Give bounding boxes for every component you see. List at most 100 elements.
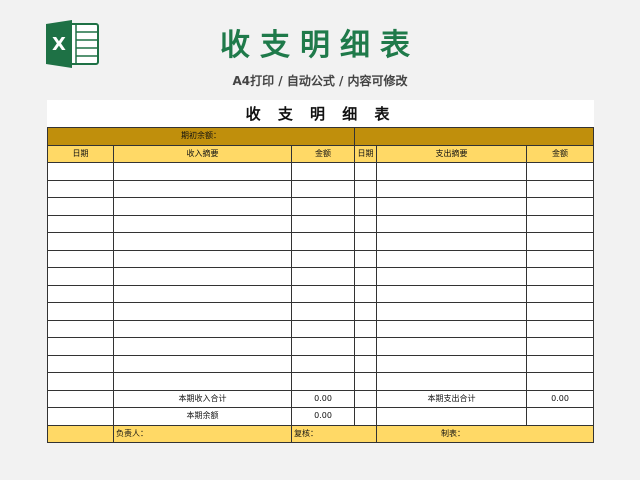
- entry-cell[interactable]: [354, 284, 377, 303]
- expense-summary-header[interactable]: 支出摘要: [376, 144, 527, 163]
- entry-cell[interactable]: [113, 302, 292, 321]
- entry-cell[interactable]: [376, 179, 527, 198]
- income-amount-header[interactable]: 金额: [291, 144, 355, 163]
- entry-cell[interactable]: [376, 249, 527, 268]
- entry-cell[interactable]: [525, 284, 595, 303]
- cell[interactable]: [354, 407, 377, 426]
- entry-cell[interactable]: [376, 319, 527, 338]
- cell[interactable]: [47, 407, 114, 426]
- entry-cell[interactable]: [113, 319, 292, 338]
- entry-cell[interactable]: [354, 232, 377, 251]
- entry-cell[interactable]: [525, 179, 595, 198]
- entry-cell[interactable]: [354, 372, 377, 391]
- entry-cell[interactable]: [354, 179, 377, 198]
- expense-date-header[interactable]: 日期: [354, 144, 377, 163]
- income-total-label[interactable]: 本期收入合计: [113, 389, 292, 408]
- entry-cell[interactable]: [525, 267, 595, 286]
- entry-cell[interactable]: [376, 284, 527, 303]
- entry-cell[interactable]: [113, 372, 292, 391]
- entry-cell[interactable]: [47, 179, 114, 198]
- entry-cell[interactable]: [354, 319, 377, 338]
- entry-cell[interactable]: [525, 319, 595, 338]
- entry-cell[interactable]: [525, 302, 595, 321]
- entry-cell[interactable]: [47, 354, 114, 373]
- entry-cell[interactable]: [47, 267, 114, 286]
- entry-cell[interactable]: [47, 162, 114, 181]
- entry-cell[interactable]: [291, 162, 355, 181]
- preparer-cell[interactable]: 制表：: [375, 424, 595, 443]
- entry-cell[interactable]: [525, 372, 595, 391]
- entry-cell[interactable]: [525, 162, 595, 181]
- entry-cell[interactable]: [291, 197, 355, 216]
- entry-cell[interactable]: [113, 337, 292, 356]
- entry-cell[interactable]: [113, 179, 292, 198]
- entry-cell[interactable]: [354, 249, 377, 268]
- entry-cell[interactable]: [525, 197, 595, 216]
- entry-cell[interactable]: [113, 162, 292, 181]
- income-date-header[interactable]: 日期: [47, 144, 114, 163]
- expense-amount-header[interactable]: 金额: [525, 144, 595, 163]
- entry-cell[interactable]: [291, 232, 355, 251]
- entry-cell[interactable]: [376, 372, 527, 391]
- entry-cell[interactable]: [376, 302, 527, 321]
- entry-cell[interactable]: [47, 319, 114, 338]
- entry-cell[interactable]: [113, 232, 292, 251]
- entry-cell[interactable]: [113, 284, 292, 303]
- entry-cell[interactable]: [291, 249, 355, 268]
- income-summary-header[interactable]: 收入摘要: [113, 144, 292, 163]
- entry-cell[interactable]: [525, 232, 595, 251]
- cell[interactable]: [47, 424, 114, 443]
- entry-cell[interactable]: [354, 267, 377, 286]
- entry-cell[interactable]: [354, 197, 377, 216]
- responsible-cell[interactable]: 负责人：: [113, 424, 292, 443]
- entry-cell[interactable]: [47, 214, 114, 233]
- entry-cell[interactable]: [291, 284, 355, 303]
- entry-cell[interactable]: [354, 162, 377, 181]
- entry-cell[interactable]: [113, 197, 292, 216]
- entry-cell[interactable]: [47, 249, 114, 268]
- balance-value[interactable]: 0.00: [291, 407, 355, 426]
- cell[interactable]: [525, 407, 595, 426]
- entry-cell[interactable]: [47, 232, 114, 251]
- entry-cell[interactable]: [291, 302, 355, 321]
- entry-cell[interactable]: [354, 302, 377, 321]
- entry-cell[interactable]: [376, 354, 527, 373]
- expense-total-label[interactable]: 本期支出合计: [376, 389, 527, 408]
- entry-cell[interactable]: [47, 337, 114, 356]
- entry-cell[interactable]: [376, 162, 527, 181]
- entry-cell[interactable]: [354, 354, 377, 373]
- entry-cell[interactable]: [47, 302, 114, 321]
- entry-cell[interactable]: [291, 214, 355, 233]
- entry-cell[interactable]: [376, 267, 527, 286]
- entry-cell[interactable]: [47, 372, 114, 391]
- entry-cell[interactable]: [47, 284, 114, 303]
- entry-cell[interactable]: [291, 337, 355, 356]
- entry-cell[interactable]: [291, 372, 355, 391]
- entry-cell[interactable]: [354, 337, 377, 356]
- entry-cell[interactable]: [291, 179, 355, 198]
- entry-cell[interactable]: [376, 197, 527, 216]
- entry-cell[interactable]: [525, 337, 595, 356]
- balance-label[interactable]: 本期余额: [113, 407, 292, 426]
- entry-cell[interactable]: [376, 232, 527, 251]
- entry-cell[interactable]: [113, 214, 292, 233]
- entry-cell[interactable]: [113, 249, 292, 268]
- entry-cell[interactable]: [291, 354, 355, 373]
- entry-cell[interactable]: [376, 214, 527, 233]
- entry-cell[interactable]: [525, 214, 595, 233]
- cell[interactable]: [354, 389, 377, 408]
- income-total-value[interactable]: 0.00: [291, 389, 355, 408]
- cell[interactable]: [47, 389, 114, 408]
- expense-total-value[interactable]: 0.00: [525, 389, 595, 408]
- opening-balance-value[interactable]: [353, 127, 595, 146]
- entry-cell[interactable]: [376, 337, 527, 356]
- entry-cell[interactable]: [291, 319, 355, 338]
- entry-cell[interactable]: [354, 214, 377, 233]
- entry-cell[interactable]: [47, 197, 114, 216]
- cell[interactable]: [376, 407, 527, 426]
- entry-cell[interactable]: [113, 267, 292, 286]
- opening-balance-label[interactable]: 期初余额：: [47, 127, 355, 146]
- entry-cell[interactable]: [291, 267, 355, 286]
- reviewer-cell[interactable]: 复核：: [291, 424, 377, 443]
- entry-cell[interactable]: [525, 354, 595, 373]
